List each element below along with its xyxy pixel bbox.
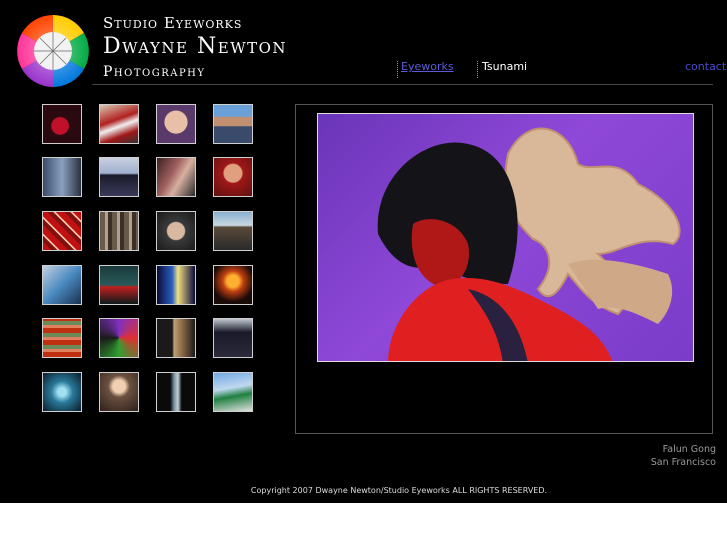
nav-link-eyeworks[interactable]: Eyeworks xyxy=(401,60,454,73)
thumbnail[interactable] xyxy=(99,318,139,358)
thumbnail[interactable] xyxy=(42,104,82,144)
caption-title: Falun Gong xyxy=(662,444,716,455)
nav-separator xyxy=(477,61,478,78)
thumbnail[interactable] xyxy=(156,104,196,144)
nav-separator xyxy=(397,61,398,78)
thumbnail[interactable] xyxy=(42,318,82,358)
thumbnail[interactable] xyxy=(42,211,82,251)
thumbnail[interactable] xyxy=(213,104,253,144)
photo-caption: Falun Gong San Francisco xyxy=(651,443,716,469)
thumbnail[interactable] xyxy=(213,265,253,305)
caption-location: San Francisco xyxy=(650,457,716,468)
thumbnail[interactable] xyxy=(213,157,253,197)
thumbnail[interactable] xyxy=(42,265,82,305)
thumbnail[interactable] xyxy=(99,372,139,412)
brand-line3: Photography xyxy=(103,64,206,80)
main-photo xyxy=(317,113,694,362)
thumbnail[interactable] xyxy=(99,157,139,197)
thumbnail[interactable] xyxy=(156,318,196,358)
thumbnail[interactable] xyxy=(156,211,196,251)
thumbnail[interactable] xyxy=(156,372,196,412)
thumbnail[interactable] xyxy=(99,211,139,251)
brand-line1: Studio Eyeworks xyxy=(103,14,243,32)
thumbnail[interactable] xyxy=(156,265,196,305)
copyright-text: Copyright 2007 Dwayne Newton/Studio Eyew… xyxy=(250,486,548,495)
thumbnail[interactable] xyxy=(99,104,139,144)
thumbnail[interactable] xyxy=(42,157,82,197)
thumbnail[interactable] xyxy=(213,372,253,412)
color-wheel-logo xyxy=(17,15,89,87)
thumbnail[interactable] xyxy=(213,318,253,358)
thumbnail[interactable] xyxy=(99,265,139,305)
brand-line2: Dwayne Newton xyxy=(103,34,288,59)
thumbnail[interactable] xyxy=(42,372,82,412)
page: Studio Eyeworks Dwayne Newton Photograph… xyxy=(0,0,727,503)
nav-link-contact[interactable]: contact xyxy=(685,60,726,73)
header-divider xyxy=(92,84,713,85)
thumbnail[interactable] xyxy=(213,211,253,251)
nav-link-tsunami[interactable]: Tsunami xyxy=(482,60,527,73)
main-photo-illustration xyxy=(377,127,681,361)
thumbnail[interactable] xyxy=(156,157,196,197)
